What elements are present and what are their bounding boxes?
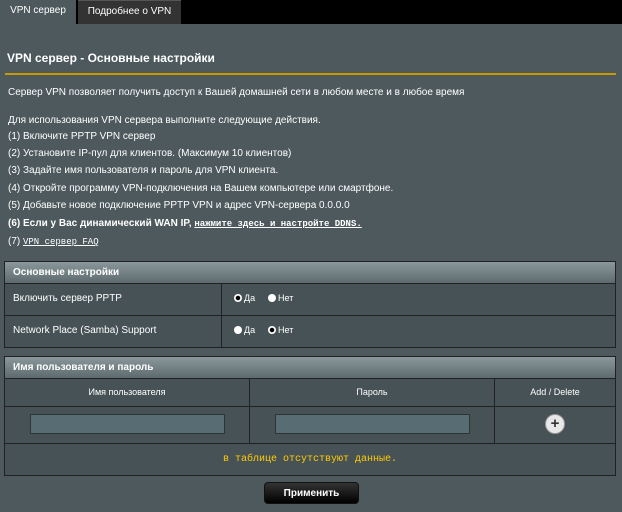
samba-support-yes-radio[interactable]: Да xyxy=(234,325,255,335)
instruction-step-6: (6) Если у Вас динамический WAN IP, нажм… xyxy=(8,218,362,229)
plus-circle-icon: + xyxy=(550,415,560,432)
basic-settings-table: Основные настройки Включить сервер PPTP … xyxy=(4,261,616,348)
samba-support-value: Да Нет xyxy=(221,316,614,347)
pptp-enable-label: Включить сервер PPTP xyxy=(13,293,122,304)
column-password: Пароль xyxy=(250,379,495,406)
users-empty-message: в таблице отсутствуют данные. xyxy=(5,444,615,475)
radio-selected-icon xyxy=(268,326,276,334)
samba-support-no-radio[interactable]: Нет xyxy=(268,325,293,335)
samba-support-yes-label: Да xyxy=(244,325,256,335)
radio-unselected-icon xyxy=(234,326,242,334)
users-input-row: + xyxy=(5,407,615,444)
samba-support-no-label: Нет xyxy=(278,325,294,335)
title-divider xyxy=(5,73,616,75)
users-header: Имя пользователя и пароль xyxy=(5,357,615,379)
users-table: Имя пользователя и пароль Имя пользовате… xyxy=(4,356,616,476)
samba-support-row: Network Place (Samba) Support Да Нет xyxy=(5,316,615,347)
column-add-delete: Add / Delete xyxy=(530,387,580,397)
samba-support-label: Network Place (Samba) Support xyxy=(13,325,157,336)
pptp-enable-yes-radio[interactable]: Да xyxy=(234,293,255,303)
password-cell xyxy=(250,407,495,443)
radio-selected-icon xyxy=(234,294,242,302)
vpn-faq-link[interactable]: VPN сервер FAQ xyxy=(23,237,99,247)
instruction-step-2: (2) Установите IP-пул для клиентов. (Мак… xyxy=(8,148,292,159)
instruction-step-4: (4) Откройте программу VPN-подключения н… xyxy=(8,183,394,194)
ddns-link[interactable]: нажмите здесь и настройте DDNS. xyxy=(194,219,361,229)
tab-bar: VPN сервер Подробнее о VPN xyxy=(0,0,622,24)
column-username: Имя пользователя xyxy=(5,379,250,406)
username-cell xyxy=(5,407,250,443)
users-columns: Имя пользователя Пароль Add / Delete xyxy=(5,379,615,407)
instruction-step-3: (3) Задайте имя пользователя и пароль дл… xyxy=(8,165,279,176)
instruction-step-6-text: (6) Если у Вас динамический WAN IP, xyxy=(8,218,195,229)
page-title: VPN сервер - Основные настройки xyxy=(7,51,215,65)
password-input[interactable] xyxy=(275,414,470,434)
tab-vpn-server[interactable]: VPN сервер xyxy=(0,0,76,24)
pptp-enable-no-radio[interactable]: Нет xyxy=(268,293,293,303)
pptp-enable-yes-label: Да xyxy=(244,293,256,303)
pptp-enable-row: Включить сервер PPTP Да Нет xyxy=(5,284,615,316)
username-input[interactable] xyxy=(30,414,225,434)
instruction-step-5: (5) Добавьте новое подключение PPTP VPN … xyxy=(8,200,350,211)
instruction-step-7-text: (7) xyxy=(8,236,23,247)
add-user-button[interactable]: + xyxy=(545,414,565,434)
basic-settings-header: Основные настройки xyxy=(5,262,615,284)
pptp-enable-value: Да Нет xyxy=(221,284,614,315)
tab-vpn-details[interactable]: Подробнее о VPN xyxy=(78,0,181,24)
pptp-enable-no-label: Нет xyxy=(278,293,294,303)
instruction-step-1: (1) Включите PPTP VPN сервер xyxy=(8,131,156,142)
apply-button[interactable]: Применить xyxy=(264,482,359,504)
page-description: Сервер VPN позволяет получить доступ к В… xyxy=(8,87,465,98)
instructions-intro: Для использования VPN сервера выполните … xyxy=(8,115,321,126)
instruction-step-7: (7) VPN сервер FAQ xyxy=(8,236,99,247)
radio-unselected-icon xyxy=(268,294,276,302)
